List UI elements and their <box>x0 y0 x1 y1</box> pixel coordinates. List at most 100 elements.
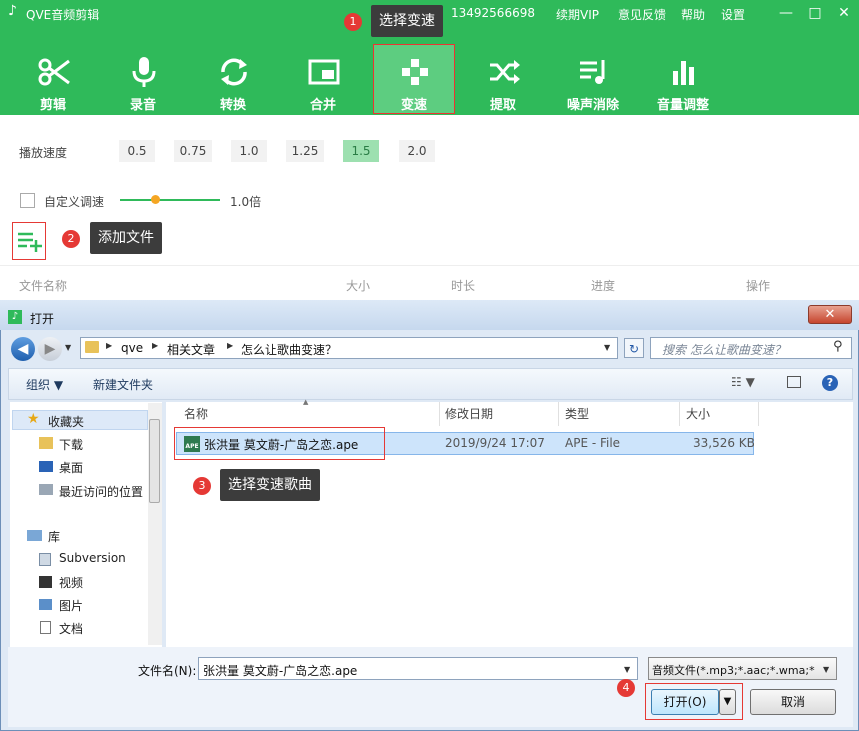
tool-label: 合并 <box>309 98 336 113</box>
settings-link[interactable]: 设置 <box>721 6 745 23</box>
table-header-bar <box>0 265 859 301</box>
app-title: QVE音频剪辑 <box>26 8 100 22</box>
file-name[interactable]: 张洪量 莫文蔚-广岛之恋.ape <box>204 436 358 453</box>
maximize-icon[interactable]: □ <box>801 2 829 24</box>
account-phone[interactable]: 13492566698 <box>451 6 535 20</box>
minimize-icon[interactable]: — <box>772 2 800 24</box>
tool-merge[interactable]: 合并 <box>282 52 364 114</box>
filter-dropdown-icon[interactable]: ▼ <box>823 665 829 674</box>
search-icon[interactable]: ⚲ <box>833 339 843 354</box>
nav-subversion[interactable]: Subversion <box>59 551 126 565</box>
help-link[interactable]: 帮助 <box>681 6 705 23</box>
nav-scrollbar[interactable] <box>148 403 162 645</box>
breadcrumb-sep-icon[interactable]: ▶ <box>152 341 158 350</box>
back-arrow-icon[interactable]: ◀ <box>11 337 35 361</box>
subversion-icon <box>39 553 51 566</box>
search-input[interactable]: 搜索 怎么让歌曲变速？ <box>662 341 786 358</box>
header-type[interactable]: 类型 <box>565 405 589 422</box>
annotation-tip-2: 添加文件 <box>90 222 162 254</box>
tool-extract[interactable]: 提取 <box>462 52 544 114</box>
speed-option-2.0[interactable]: 2.0 <box>399 140 435 162</box>
view-options-icon[interactable]: ☷ ▼ <box>731 375 755 389</box>
renew-vip-link[interactable]: 续期VIP <box>556 6 599 23</box>
favorites-star-icon: ★ <box>27 411 40 427</box>
speed-slider-knob[interactable] <box>150 195 160 204</box>
tool-noise[interactable]: 噪声消除 <box>552 52 634 114</box>
col-filename: 文件名称 <box>19 279 68 293</box>
open-button[interactable]: 打开(O) <box>651 689 719 715</box>
forward-arrow-icon[interactable]: ▶ <box>38 337 62 361</box>
file-date: 2019/9/24 17:07 <box>445 436 545 450</box>
open-options-dropdown[interactable]: ▼ <box>719 689 736 715</box>
nav-desktop[interactable]: 桌面 <box>59 459 83 476</box>
breadcrumb-sep-icon[interactable]: ▶ <box>106 341 112 350</box>
add-list-icon <box>18 232 42 252</box>
col-progress: 进度 <box>591 279 616 293</box>
tool-label: 录音 <box>129 98 156 113</box>
add-file-button[interactable] <box>12 222 46 260</box>
annotation-badge-2: 2 <box>62 230 80 248</box>
file-size: 33,526 KB <box>693 436 755 450</box>
tool-volume[interactable]: 音量调整 <box>642 52 724 114</box>
feedback-link[interactable]: 意见反馈 <box>618 6 666 23</box>
tool-label: 噪声消除 <box>566 98 619 113</box>
breadcrumb-articles[interactable]: 相关文章 <box>167 341 215 358</box>
tool-label: 音量调整 <box>656 98 709 113</box>
custom-speed-checkbox[interactable] <box>20 193 35 208</box>
nav-favorites[interactable]: 收藏夹 <box>48 413 84 430</box>
header-size[interactable]: 大小 <box>686 405 710 422</box>
speed-option-1.0[interactable]: 1.0 <box>231 140 267 162</box>
download-folder-icon <box>39 437 53 449</box>
help-icon[interactable]: ? <box>822 375 838 391</box>
header-name[interactable]: 名称 <box>184 405 208 422</box>
tool-speed[interactable]: 变速 <box>373 52 455 114</box>
filename-input[interactable]: 张洪量 莫文蔚-广岛之恋.ape <box>203 662 357 679</box>
speed-option-1.5-selected[interactable]: 1.5 <box>343 140 379 162</box>
close-icon[interactable]: ✕ <box>830 2 858 24</box>
breadcrumb-sep-icon[interactable]: ▶ <box>227 341 233 350</box>
speed-option-0.75[interactable]: 0.75 <box>174 140 212 162</box>
address-bar[interactable] <box>80 337 618 359</box>
nav-libraries[interactable]: 库 <box>48 528 60 545</box>
new-folder-button[interactable]: 新建文件夹 <box>93 376 153 393</box>
nav-pictures[interactable]: 图片 <box>59 597 83 614</box>
organize-button[interactable]: 组织 ▼ <box>26 376 63 393</box>
filename-dropdown-icon[interactable]: ▼ <box>624 665 630 674</box>
preview-pane-icon[interactable] <box>787 376 801 388</box>
volume-bars-icon <box>673 61 694 85</box>
shuffle-icon <box>490 60 520 84</box>
speed-label: 播放速度 <box>19 146 68 160</box>
music-note-icon: ♪ <box>8 3 17 19</box>
annotation-badge-4: 4 <box>617 679 635 697</box>
desktop-icon <box>39 461 53 472</box>
tool-cut[interactable]: 剪辑 <box>12 52 94 114</box>
filename-label: 文件名(N): <box>138 664 197 678</box>
speed-option-1.25[interactable]: 1.25 <box>286 140 324 162</box>
speed-slider-track[interactable] <box>120 199 220 201</box>
filter-value[interactable]: 音频文件(*.mp3;*.aac;*.wma;* <box>652 662 817 678</box>
header-divider <box>758 402 759 426</box>
nav-downloads[interactable]: 下载 <box>59 436 83 453</box>
noise-icon <box>580 60 605 84</box>
nav-recent[interactable]: 最近访问的位置 <box>59 483 143 500</box>
nav-videos[interactable]: 视频 <box>59 574 83 591</box>
speed-option-0.5[interactable]: 0.5 <box>119 140 155 162</box>
history-dropdown-icon[interactable]: ▼ <box>65 343 71 352</box>
refresh-icon[interactable]: ↻ <box>624 338 644 358</box>
nav-documents[interactable]: 文档 <box>59 620 83 637</box>
tool-convert[interactable]: 转换 <box>192 52 274 114</box>
custom-speed-value: 1.0倍 <box>230 195 262 209</box>
navigation-pane <box>10 402 162 647</box>
breadcrumb-qve[interactable]: qve <box>121 341 143 355</box>
cancel-button[interactable]: 取消 <box>750 689 836 715</box>
address-dropdown-icon[interactable]: ▼ <box>604 343 610 352</box>
dialog-titlebar <box>0 300 859 330</box>
dialog-close-button[interactable]: ✕ <box>808 305 852 324</box>
pictures-icon <box>39 599 52 610</box>
microphone-icon <box>132 57 156 87</box>
open-button-label: 打开(O) <box>663 695 707 709</box>
tool-record[interactable]: 录音 <box>102 52 184 114</box>
breadcrumb-current[interactable]: 怎么让歌曲变速？ <box>241 341 337 358</box>
folder-icon <box>85 341 99 353</box>
header-modified[interactable]: 修改日期 <box>445 405 493 422</box>
